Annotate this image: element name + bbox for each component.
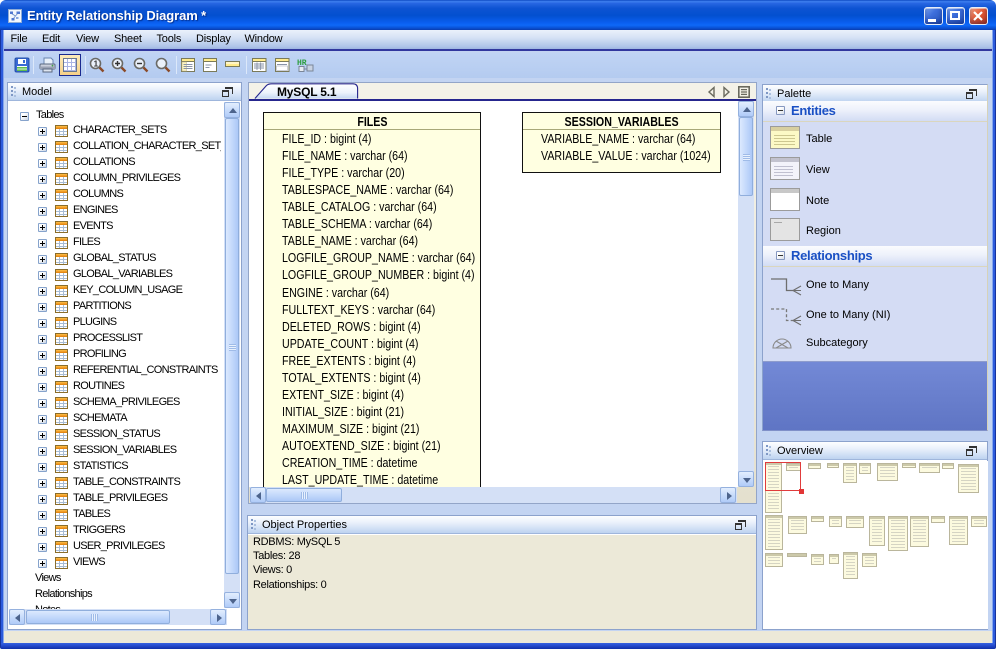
svg-text:1: 1 <box>94 60 99 69</box>
